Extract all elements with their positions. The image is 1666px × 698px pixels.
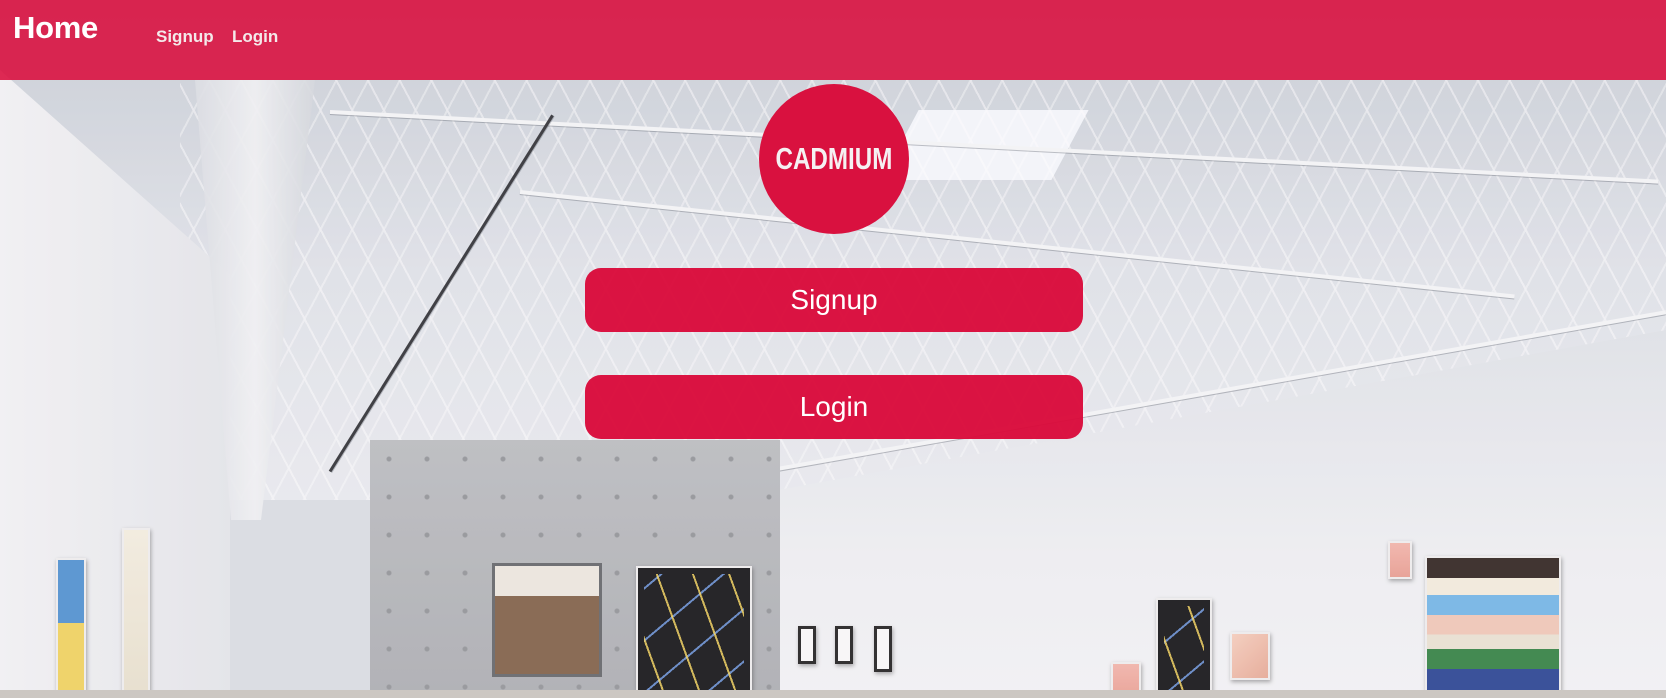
cadmium-logo: CADMIUM	[759, 84, 909, 234]
landing-page: Home Signup Login CADMIUM Signup Login	[0, 0, 1666, 698]
top-navbar: Home Signup Login	[0, 0, 1666, 80]
signup-button[interactable]: Signup	[585, 268, 1083, 332]
nav-home-link[interactable]: Home	[13, 10, 98, 46]
login-button[interactable]: Login	[585, 375, 1083, 439]
nav-login-link[interactable]: Login	[232, 27, 278, 47]
nav-signup-link[interactable]: Signup	[156, 27, 214, 47]
logo-text: CADMIUM	[775, 141, 893, 176]
